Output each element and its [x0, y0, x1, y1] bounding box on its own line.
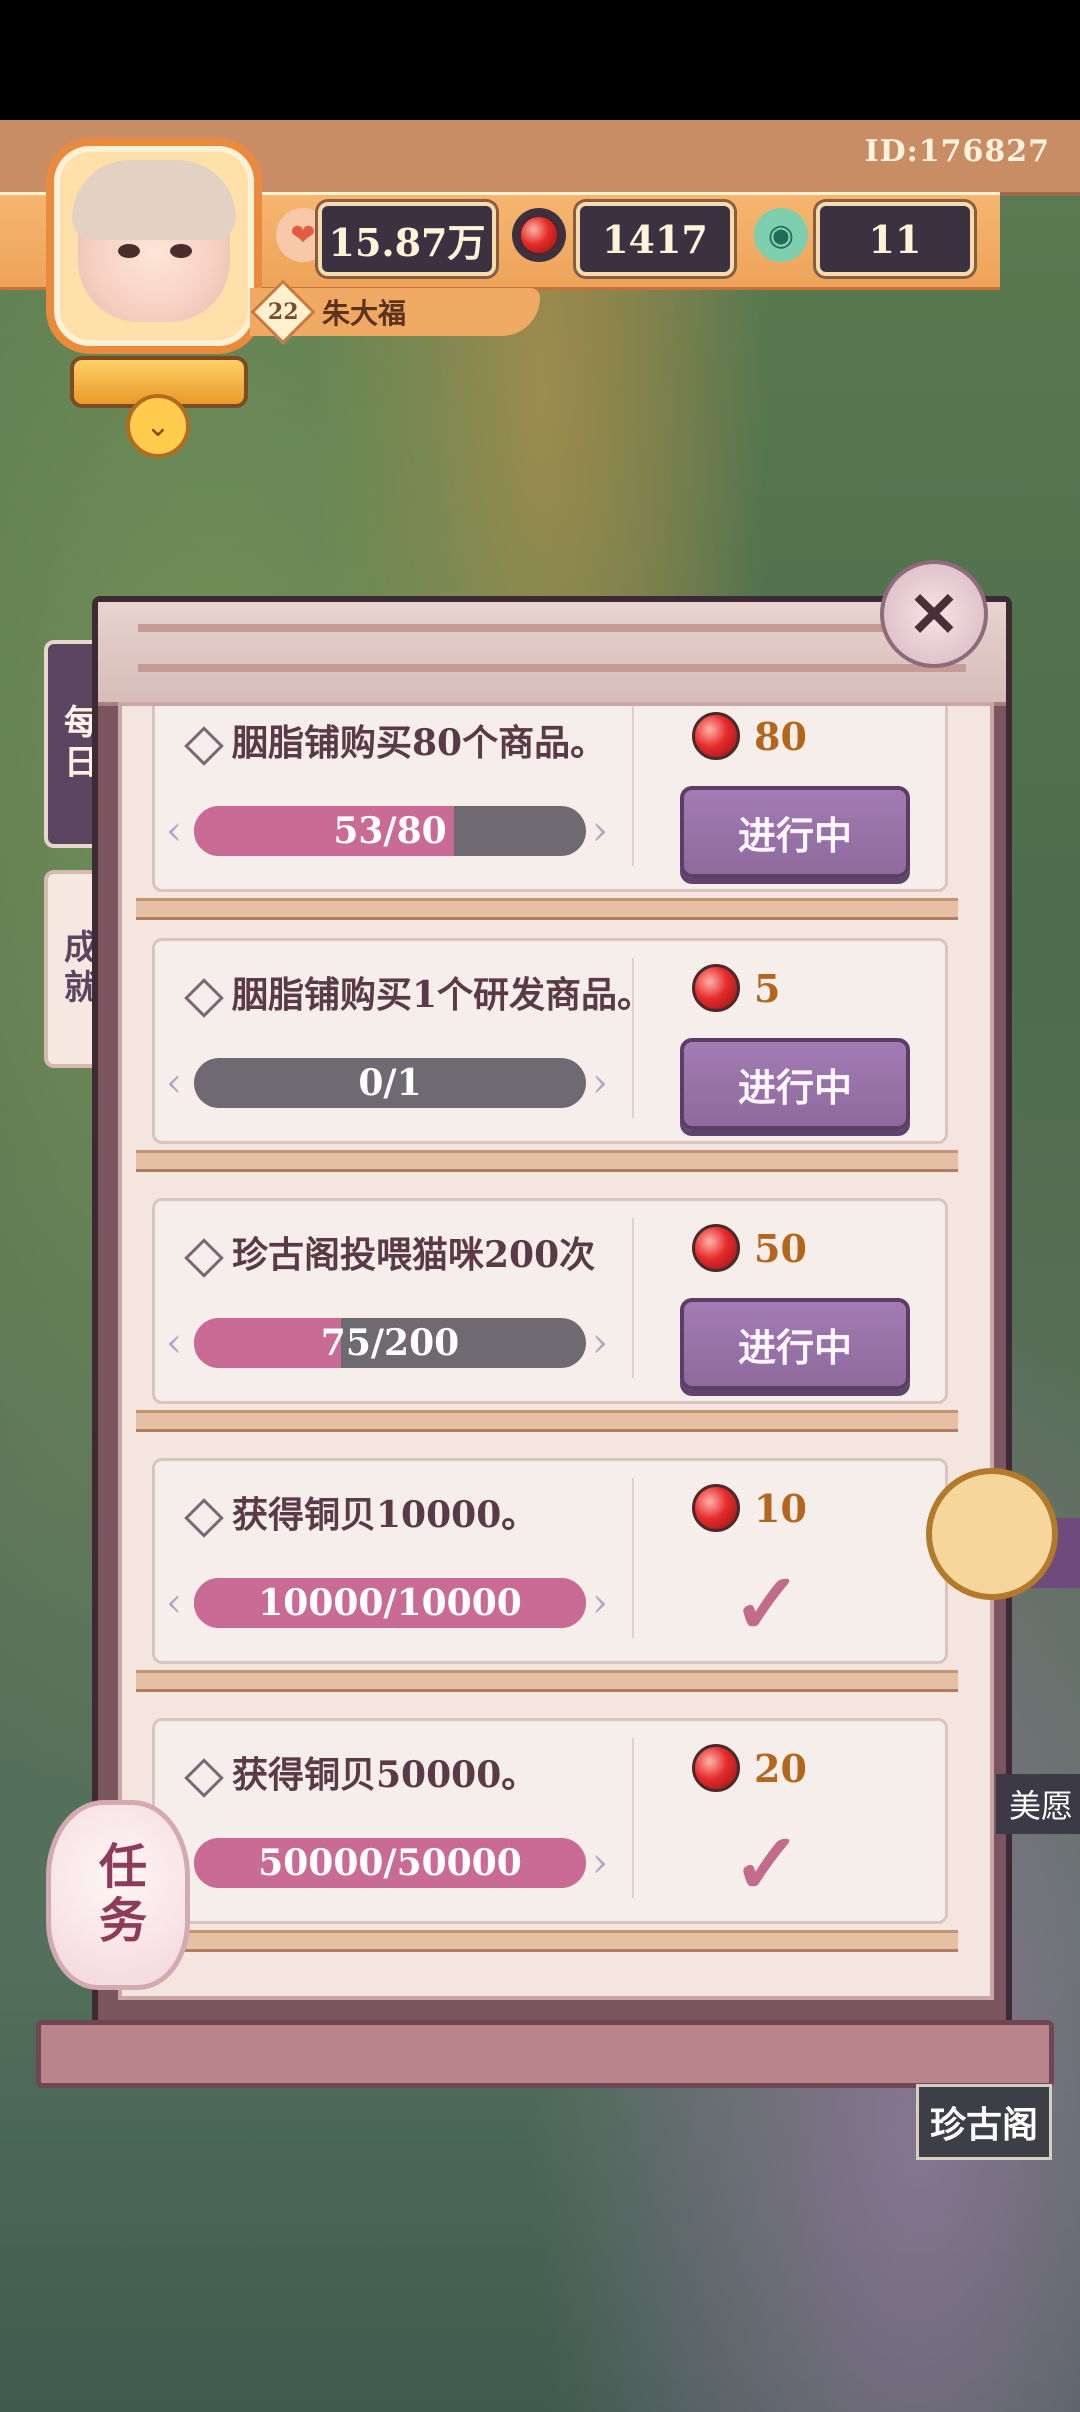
progress-bar: 0/1	[194, 1058, 586, 1108]
chevron-left-icon: ‹	[166, 1320, 182, 1366]
task-item: 获得铜贝10000。 10 ‹ 10000/10000 › ✓	[136, 1458, 958, 1692]
task-reward: 50	[692, 1224, 807, 1272]
player-id: ID:176827	[864, 134, 1050, 169]
ruby-icon	[692, 1744, 740, 1792]
ruby-icon	[512, 208, 566, 262]
top-status-bar: ID:176827 ❤ 15.87万 1417 ◉ 11 22 朱大福 ⌄	[0, 120, 1080, 458]
ruby-counter[interactable]: 1417	[576, 202, 734, 276]
chevron-left-icon: ‹	[166, 1060, 182, 1106]
close-icon[interactable]: ✕	[880, 560, 988, 668]
diamond-bullet-icon	[184, 1498, 224, 1538]
task-reward: 10	[692, 1484, 807, 1532]
task-item: 胭脂铺购买1个研发商品。 5 ‹ 0/1 › 进行中	[136, 938, 958, 1172]
task-reward: 5	[692, 964, 780, 1012]
task-title-text: 胭脂铺购买80个商品。	[232, 722, 607, 764]
jade-counter[interactable]: 11	[816, 202, 974, 276]
storybook-button[interactable]	[916, 1448, 1080, 1608]
chevron-right-icon: ›	[592, 1060, 608, 1106]
task-title-text: 获得铜贝10000。	[232, 1494, 538, 1536]
task-title-text: 胭脂铺购买1个研发商品。	[232, 974, 654, 1016]
chevron-right-icon: ›	[592, 808, 608, 854]
heart-coin-value: 15.87万	[328, 219, 486, 265]
chevron-down-icon[interactable]: ⌄	[126, 394, 190, 458]
jade-coin-icon: ◉	[754, 208, 808, 262]
diamond-bullet-icon	[184, 1758, 224, 1798]
progress-text: 53/80	[333, 810, 447, 852]
progress-text: 75/200	[320, 1322, 460, 1364]
task-title-text: 珍古阁投喂猫咪200次	[232, 1234, 596, 1276]
task-title-text: 获得铜贝50000。	[232, 1754, 538, 1796]
reward-value: 80	[754, 713, 807, 759]
player-name-tag: 22 朱大福	[250, 279, 540, 345]
reward-value: 10	[754, 1485, 807, 1531]
diamond-bullet-icon	[184, 726, 224, 766]
jade-value: 11	[868, 216, 922, 262]
progress-bar: 10000/10000	[194, 1578, 586, 1628]
chevron-left-icon: ‹	[166, 1580, 182, 1626]
avatar-face	[72, 160, 236, 322]
task-title: 获得铜贝50000。	[184, 1746, 538, 1798]
task-title: 获得铜贝10000。	[184, 1486, 538, 1538]
in-progress-button[interactable]: 进行中	[680, 1298, 910, 1390]
meiyuan-sign[interactable]: 美愿	[996, 1774, 1080, 1834]
chevron-left-icon: ‹	[166, 808, 182, 854]
ruby-icon	[692, 712, 740, 760]
task-item: 珍古阁投喂猫咪200次 50 ‹ 75/200 › 进行中	[136, 1198, 958, 1432]
ruby-icon	[692, 1224, 740, 1272]
task-item: 胭脂铺购买80个商品。 80 ‹ 53/80 › 进行中	[136, 706, 958, 920]
chevron-right-icon: ›	[592, 1580, 608, 1626]
task-item: 获得铜贝50000。 20 ‹ 50000/50000 › ✓	[136, 1718, 958, 1952]
progress-bar: 75/200	[194, 1318, 586, 1368]
panel-header-frame	[98, 602, 1006, 706]
task-reward: 20	[692, 1744, 807, 1792]
task-title: 珍古阁投喂猫咪200次	[184, 1226, 596, 1278]
player-name: 朱大福	[322, 297, 407, 330]
panel-bottom-rail	[36, 2020, 1054, 2088]
progress-text: 50000/50000	[258, 1842, 522, 1884]
in-progress-button[interactable]: 进行中	[680, 786, 910, 878]
reward-value: 20	[754, 1745, 807, 1791]
progress-bar: 53/80	[194, 806, 586, 856]
checkmark-icon: ✓	[732, 1814, 803, 1913]
task-reward: 80	[692, 712, 807, 760]
ruby-icon	[692, 1484, 740, 1532]
task-list[interactable]: 胭脂铺购买80个商品。 80 ‹ 53/80 › 进行中 胭脂铺购买1个研发商品…	[108, 706, 972, 1966]
progress-text: 0/1	[358, 1062, 422, 1104]
diamond-bullet-icon	[184, 1238, 224, 1278]
ruby-icon	[692, 964, 740, 1012]
heart-coin-counter[interactable]: 15.87万	[318, 202, 496, 276]
progress-bar: 50000/50000	[194, 1838, 586, 1888]
task-title: 胭脂铺购买80个商品。	[184, 714, 607, 766]
reward-value: 50	[754, 1225, 807, 1271]
diamond-bullet-icon	[184, 978, 224, 1018]
progress-text: 10000/10000	[258, 1582, 522, 1624]
checkmark-icon: ✓	[732, 1554, 803, 1653]
book-icon	[926, 1468, 1058, 1600]
zhengu-pavilion-sign[interactable]: 珍古阁	[916, 2084, 1052, 2160]
ruby-value: 1417	[602, 216, 708, 262]
in-progress-button[interactable]: 进行中	[680, 1038, 910, 1130]
chevron-right-icon: ›	[592, 1320, 608, 1366]
task-lantern-button[interactable]: 任务	[46, 1800, 190, 1990]
player-avatar[interactable]	[46, 138, 262, 354]
chevron-right-icon: ›	[592, 1840, 608, 1886]
reward-value: 5	[754, 965, 781, 1011]
task-title: 胭脂铺购买1个研发商品。	[184, 966, 654, 1018]
level-value: 22	[267, 299, 299, 325]
level-badge: 22	[250, 279, 316, 345]
